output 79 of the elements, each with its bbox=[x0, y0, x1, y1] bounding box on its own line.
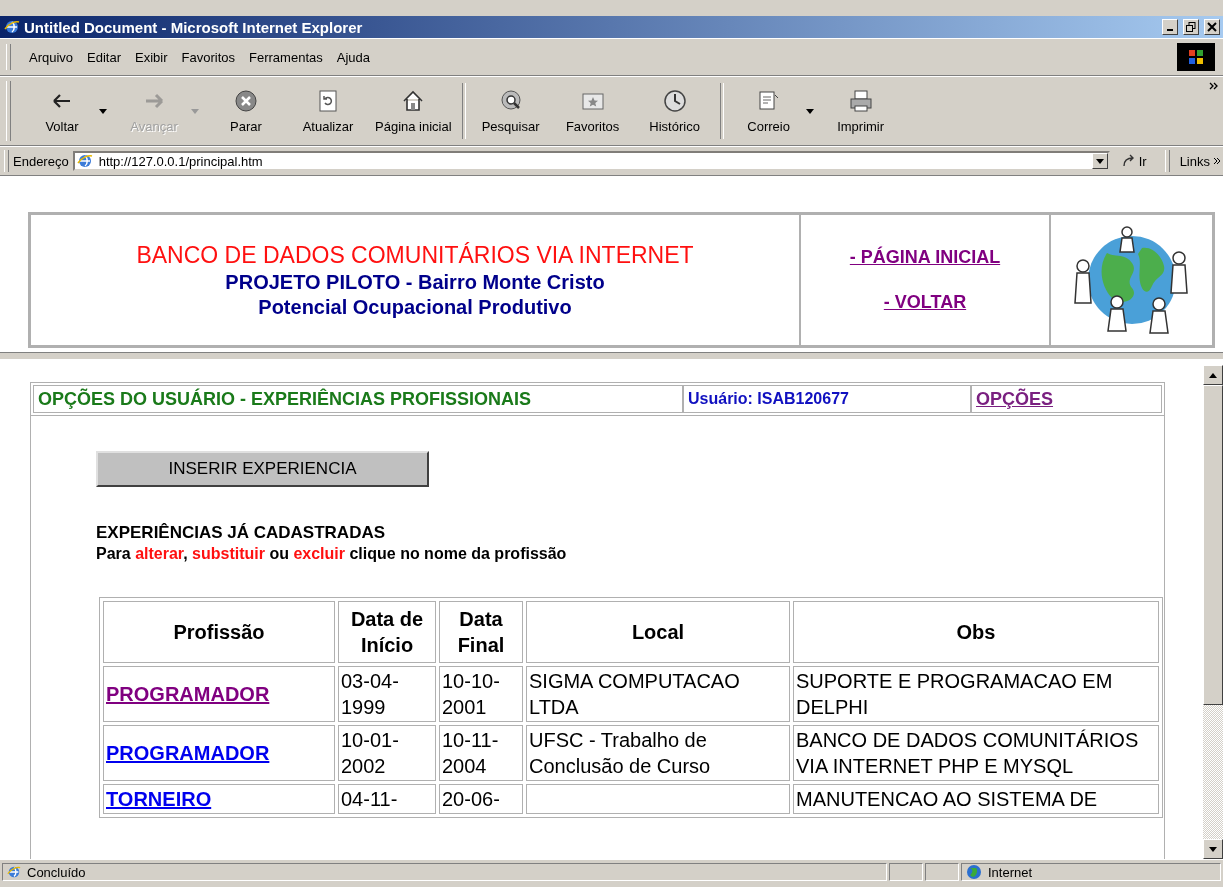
go-arrow-icon bbox=[1121, 154, 1136, 168]
minimize-button[interactable] bbox=[1162, 19, 1178, 35]
table-cell: 03-04-1999 bbox=[338, 666, 436, 722]
site-title: BANCO DE DADOS COMUNITÁRIOS VIA INTERNET bbox=[135, 241, 695, 269]
address-field[interactable]: http://127.0.0.1/principal.htm bbox=[72, 151, 1110, 171]
site-subtitle: PROJETO PILOTO - Bairro Monte Cristo bbox=[224, 270, 606, 294]
menu-item[interactable]: Ferramentas bbox=[245, 47, 327, 67]
address-label: Endereço bbox=[13, 153, 69, 169]
window-title: Untitled Document - Microsoft Internet Explorer bbox=[24, 18, 364, 36]
stop-icon bbox=[234, 88, 258, 113]
list-heading: EXPERIÊNCIAS JÁ CADASTRADAS bbox=[96, 523, 387, 543]
toolbar-button[interactable]: Pesquisar bbox=[469, 77, 552, 145]
table-cell: 10-10-2001 bbox=[439, 666, 523, 722]
vertical-scrollbar[interactable] bbox=[1203, 365, 1223, 859]
toolbar-button[interactable]: Página inicial bbox=[369, 77, 458, 145]
toolbar-button[interactable]: Favoritos bbox=[551, 77, 634, 145]
scroll-up-button[interactable] bbox=[1203, 365, 1223, 385]
security-zone-text: Internet bbox=[988, 864, 1033, 880]
status-text: Concluído bbox=[27, 864, 86, 880]
toolbar-button[interactable]: Histórico bbox=[633, 77, 716, 145]
scroll-down-button[interactable] bbox=[1203, 839, 1223, 859]
table-cell: 10-11-2004 bbox=[439, 725, 523, 781]
dropdown-caret-icon bbox=[99, 108, 107, 114]
options-link[interactable]: OPÇÕES bbox=[971, 385, 1162, 413]
toolbar-button[interactable]: Parar bbox=[205, 77, 287, 145]
page-icon bbox=[7, 865, 21, 879]
printer-icon bbox=[848, 88, 873, 113]
scrollbar-thumb[interactable] bbox=[1203, 385, 1223, 705]
instructions-text: Para alterar, substituir ou excluir clique no nome da profissão bbox=[96, 545, 568, 563]
windows-flag-drawing bbox=[1187, 48, 1205, 66]
menu-item[interactable]: Exibir bbox=[131, 47, 172, 67]
close-button[interactable] bbox=[1204, 19, 1220, 35]
table-cell: 20-06- bbox=[439, 784, 523, 814]
status-pane bbox=[925, 863, 959, 881]
toolbar-button[interactable]: Correio bbox=[727, 77, 820, 145]
globe-icon bbox=[966, 864, 982, 880]
arrow-up-icon bbox=[1209, 372, 1217, 378]
menu-item[interactable]: Ajuda bbox=[332, 47, 374, 67]
column-header: Profissão bbox=[103, 601, 335, 663]
status-pane bbox=[889, 863, 923, 881]
refresh-icon bbox=[316, 88, 340, 113]
user-label: Usuário: ISAB120677 bbox=[683, 385, 971, 413]
arrow-down-icon bbox=[1209, 846, 1217, 852]
toolbar-button[interactable]: Voltar bbox=[21, 77, 113, 145]
column-header: Data de Início bbox=[338, 601, 436, 663]
menu-item[interactable]: Arquivo bbox=[25, 47, 78, 67]
minimize-icon bbox=[1167, 29, 1173, 31]
site-subtitle: Potencial Ocupacional Produtivo bbox=[257, 295, 573, 319]
nav-link[interactable]: - PÁGINA INICIAL bbox=[849, 247, 1001, 268]
browser-logo-icon bbox=[4, 19, 20, 35]
toolbar-button[interactable]: Atualizar bbox=[287, 77, 369, 145]
section-title: OPÇÕES DO USUÁRIO - EXPERIÊNCIAS PROFISSIONAIS bbox=[33, 385, 683, 413]
nav-link[interactable]: - VOLTAR bbox=[883, 292, 967, 313]
toolbar-button[interactable]: Imprimir bbox=[819, 77, 902, 145]
links-button[interactable]: Links bbox=[1173, 153, 1223, 169]
menu-item[interactable]: Favoritos bbox=[177, 47, 240, 67]
dropdown-caret-icon bbox=[805, 108, 814, 114]
go-button[interactable]: Ir bbox=[1113, 153, 1161, 169]
column-header: Obs bbox=[793, 601, 1159, 663]
table-cell: MANUTENCAO AO SISTEMA DE bbox=[793, 784, 1159, 814]
menu-item[interactable]: Editar bbox=[83, 47, 126, 67]
maximize-icon bbox=[1186, 22, 1196, 32]
column-header: Local bbox=[526, 601, 790, 663]
table-cell: SIGMA COMPUTACAO LTDA bbox=[526, 666, 790, 722]
dropdown-caret-icon bbox=[1095, 158, 1104, 164]
maximize-button[interactable] bbox=[1183, 19, 1199, 35]
chevron-more-icon bbox=[1213, 157, 1221, 165]
column-header: Data Final bbox=[439, 601, 523, 663]
table-cell: SUPORTE E PROGRAMACAO EM DELPHI bbox=[793, 666, 1159, 722]
search-icon bbox=[498, 88, 523, 113]
table-cell: 04-11- bbox=[338, 784, 436, 814]
insert-experience-button[interactable]: INSERIR EXPERIENCIA bbox=[96, 451, 429, 487]
table-cell: BANCO DE DADOS COMUNITÁRIOS VIA INTERNET PHP E MYSQL bbox=[793, 725, 1159, 781]
page-icon bbox=[76, 153, 93, 169]
close-icon bbox=[1207, 22, 1217, 32]
clock-icon bbox=[662, 88, 687, 113]
dropdown-caret-icon bbox=[191, 108, 199, 114]
table-cell: UFSC - Trabalho de Conclusão de Curso bbox=[526, 725, 790, 781]
table-cell: 10-01-2002 bbox=[338, 725, 436, 781]
